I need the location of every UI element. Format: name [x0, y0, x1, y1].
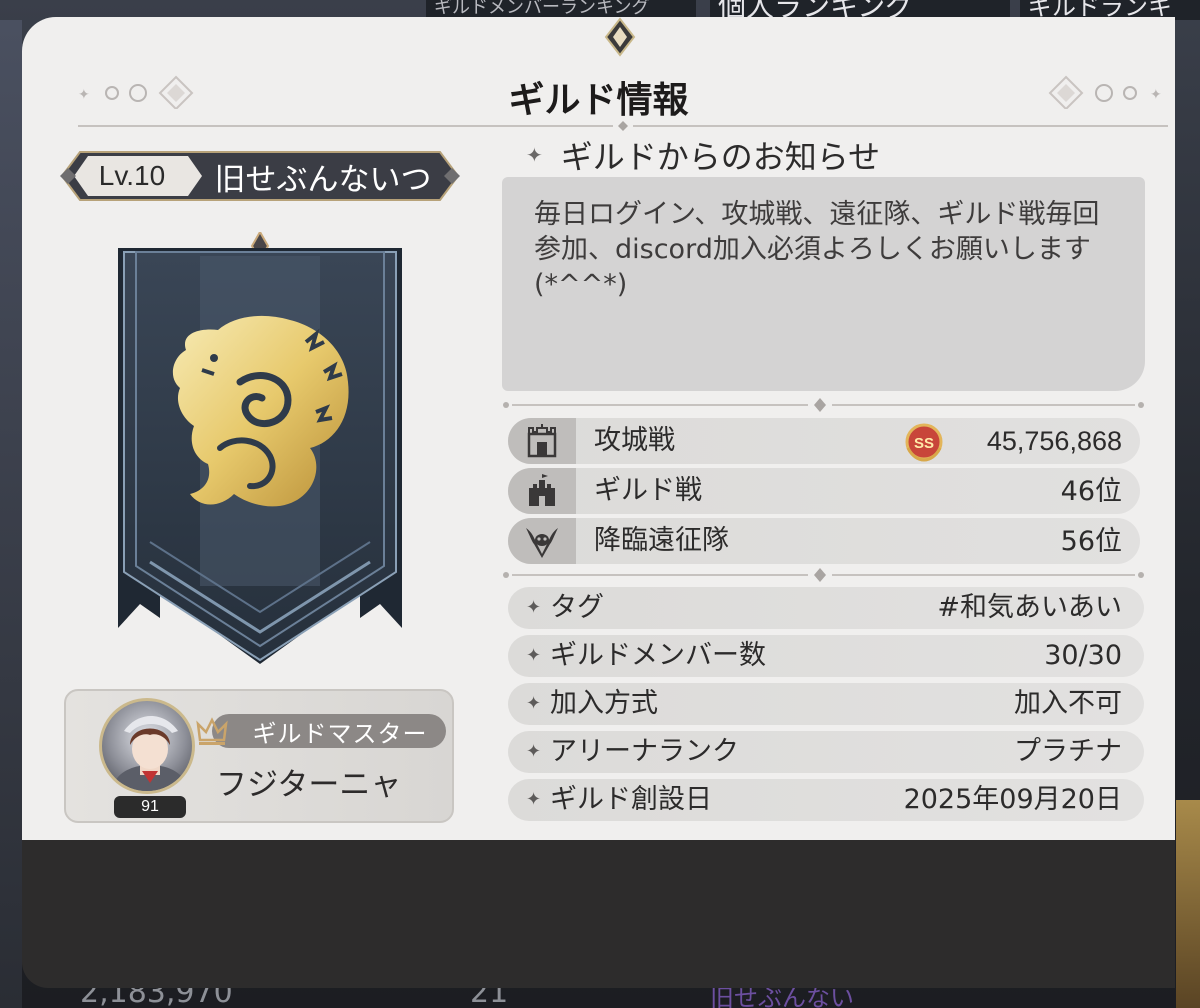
- ranking-value: 46位: [1060, 476, 1122, 507]
- sparkle-icon: ✦: [526, 741, 542, 762]
- svg-text:✦: ✦: [1150, 87, 1162, 103]
- ranking-label: ギルド戦: [594, 475, 702, 506]
- info-label: ギルドメンバー数: [550, 640, 766, 671]
- svg-text:SS: SS: [914, 435, 934, 452]
- guild-level: Lv.10: [98, 160, 166, 191]
- guild-master-card[interactable]: 91 ギルドマスター フジターニャ: [64, 689, 454, 823]
- top-diamond-ornament: [604, 17, 636, 57]
- ranking-row-guild-war[interactable]: ギルド戦 46位: [508, 468, 1140, 514]
- header-ornament-right: ✦: [1048, 75, 1162, 109]
- info-row-founded-date: ✦ ギルド創設日 2025年09月20日: [508, 779, 1144, 821]
- ranking-label: 攻城戦: [594, 425, 675, 456]
- character-portrait: [114, 716, 186, 791]
- guild-level-badge: Lv.10: [72, 153, 192, 199]
- ranking-row-expedition[interactable]: 降臨遠征隊 56位: [508, 518, 1140, 564]
- info-label: アリーナランク: [550, 736, 739, 767]
- dragon-head-icon: [508, 518, 576, 564]
- guild-master-role-label: ギルドマスター: [252, 719, 428, 748]
- guild-banner-emblem[interactable]: [110, 232, 410, 668]
- ranking-value: 56位: [1060, 526, 1122, 557]
- panel-bottom-shade: [22, 840, 1175, 988]
- info-value: プラチナ: [1014, 736, 1122, 767]
- ranking-value: 45,756,868: [986, 426, 1122, 456]
- sparkle-icon: ✦: [526, 789, 542, 810]
- info-value: #和気あいあい: [937, 592, 1122, 623]
- svg-text:✦: ✦: [78, 87, 90, 103]
- section-divider: [503, 398, 1144, 412]
- info-label: タグ: [550, 592, 604, 623]
- info-value: 30/30: [1044, 640, 1122, 671]
- notice-heading: ✦ ギルドからのお知らせ: [526, 132, 880, 178]
- ranking-row-siege[interactable]: 攻城戦 SS 45,756,868: [508, 418, 1140, 464]
- guild-name: 旧せぶんないつ: [214, 161, 432, 198]
- ranking-label: 降臨遠征隊: [594, 525, 729, 556]
- info-row-arena-rank: ✦ アリーナランク プラチナ: [508, 731, 1144, 773]
- info-label: ギルド創設日: [550, 784, 712, 815]
- sparkle-icon: ✦: [526, 597, 542, 618]
- info-label: 加入方式: [550, 688, 658, 719]
- castle-gate-icon: [508, 418, 576, 464]
- info-row-member-count: ✦ ギルドメンバー数 30/30: [508, 635, 1144, 677]
- sparkle-icon: ✦: [526, 143, 543, 167]
- guild-master-name: フジターニャ: [216, 767, 402, 803]
- castle-icon: [508, 468, 576, 514]
- notice-title: ギルドからのお知らせ: [560, 138, 881, 176]
- ss-rank-badge: SS: [905, 423, 943, 462]
- info-value: 2025年09月20日: [903, 784, 1122, 815]
- notice-box: 毎日ログイン、攻城戦、遠征隊、ギルド戦毎回参加、discord加入必須よろしくお…: [502, 177, 1145, 391]
- guild-master-level: 91: [114, 796, 186, 818]
- bg-left-strip: [0, 20, 22, 1008]
- sparkle-icon: ✦: [526, 693, 542, 714]
- section-divider: [503, 568, 1144, 582]
- guild-master-avatar[interactable]: [99, 698, 195, 794]
- notice-text: 毎日ログイン、攻城戦、遠征隊、ギルド戦毎回参加、discord加入必須よろしくお…: [534, 199, 1100, 300]
- sparkle-icon: ✦: [526, 645, 542, 666]
- info-value: 加入不可: [1014, 688, 1122, 719]
- header-ornament-left: ✦: [78, 75, 194, 109]
- info-row-join-method: ✦ 加入方式 加入不可: [508, 683, 1144, 725]
- info-row-tag: ✦ タグ #和気あいあい: [508, 587, 1144, 629]
- header-divider: [78, 121, 1168, 131]
- guild-master-role-tag: ギルドマスター: [192, 712, 448, 750]
- bg-right-frame: [1176, 800, 1200, 1008]
- guild-name-plate: Lv.10 旧せぶんないつ: [58, 142, 462, 210]
